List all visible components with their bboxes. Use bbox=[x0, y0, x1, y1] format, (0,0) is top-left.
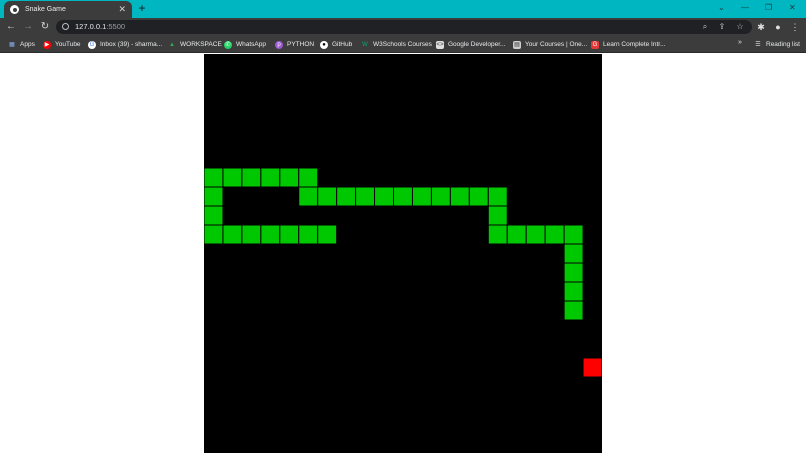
tab-search-icon[interactable]: ⌄ bbox=[718, 3, 725, 13]
url-text: 127.0.0.1:5500 bbox=[75, 22, 125, 32]
snake-segment bbox=[260, 167, 281, 188]
snake-segment bbox=[204, 167, 224, 188]
tab-title: Snake Game bbox=[25, 6, 66, 13]
game-board[interactable] bbox=[204, 54, 602, 453]
bookmarks-bar: ▦ Apps ▶ YouTube G Inbox (39) - sharma..… bbox=[0, 36, 806, 53]
snake-segment bbox=[449, 186, 470, 207]
extensions-icon[interactable]: ✱ bbox=[755, 21, 767, 33]
game-canvas bbox=[204, 167, 602, 378]
minimize-icon[interactable]: — bbox=[741, 3, 749, 13]
snake-segment bbox=[563, 281, 584, 302]
w3schools-icon: W bbox=[362, 41, 368, 48]
snake-segment bbox=[506, 224, 527, 245]
snake-segment bbox=[204, 186, 224, 207]
apps-grid-icon: ▦ bbox=[9, 41, 15, 48]
bookmark-w3schools[interactable]: W W3Schools Courses bbox=[361, 39, 432, 50]
reading-list-button[interactable]: ☰ Reading list bbox=[754, 39, 800, 50]
google-dev-icon: <> bbox=[436, 40, 444, 49]
snake-segment bbox=[393, 186, 413, 207]
python-icon: p bbox=[275, 40, 283, 49]
snake-segment bbox=[563, 262, 584, 283]
snake-segment bbox=[204, 224, 224, 245]
reload-icon[interactable]: ↻ bbox=[39, 21, 51, 33]
profile-icon[interactable]: ● bbox=[772, 21, 784, 33]
bookmark-apps[interactable]: ▦ Apps bbox=[8, 39, 35, 50]
bookmark-youtube[interactable]: ▶ YouTube bbox=[43, 39, 81, 50]
url-host: 127.0.0.1 bbox=[75, 22, 107, 31]
snake-segment bbox=[544, 224, 565, 245]
bookmark-inbox[interactable]: G Inbox (39) - sharma... bbox=[88, 39, 162, 50]
github-icon: ● bbox=[320, 40, 328, 49]
bookmark-python[interactable]: p PYTHON bbox=[275, 39, 314, 50]
snake-segment bbox=[222, 167, 243, 188]
window-close-icon[interactable]: ✕ bbox=[789, 3, 796, 13]
snake-segment bbox=[374, 186, 395, 207]
snake-segment bbox=[222, 224, 243, 245]
snake-segment bbox=[355, 186, 376, 207]
reading-list-icon: ☰ bbox=[755, 41, 761, 48]
snake-segment bbox=[563, 224, 584, 245]
globe-icon bbox=[10, 5, 19, 14]
snake-segment bbox=[241, 224, 262, 245]
snake-segment bbox=[279, 167, 300, 188]
snake-segment bbox=[563, 243, 584, 264]
snake-segment bbox=[279, 224, 300, 245]
snake-segment bbox=[298, 224, 319, 245]
back-icon[interactable]: ← bbox=[5, 21, 17, 33]
tab-close-icon[interactable]: ✕ bbox=[118, 5, 126, 14]
youtube-icon: ▶ bbox=[43, 40, 51, 49]
tab-snake-game[interactable]: Snake Game ✕ bbox=[4, 1, 132, 18]
bookmark-your-courses[interactable]: ▤ Your Courses | One... bbox=[513, 39, 587, 50]
new-tab-button[interactable]: + bbox=[136, 2, 148, 14]
forward-icon[interactable]: → bbox=[22, 21, 34, 33]
snake-segment bbox=[336, 186, 357, 207]
browser-toolbar: ← → ↻ 127.0.0.1:5500 ⌕ ⇪ ☆ ✱ ● ⋮ bbox=[0, 18, 806, 36]
bookmark-github[interactable]: ● GitHub bbox=[320, 39, 352, 50]
bookmark-google-developer[interactable]: <> Google Developer... bbox=[436, 39, 505, 50]
snake-segment bbox=[298, 167, 319, 188]
share-icon[interactable]: ⇪ bbox=[717, 22, 727, 32]
courses-icon: ▤ bbox=[513, 40, 521, 49]
bookmark-workspace[interactable]: ▲ WORKSPACE bbox=[168, 39, 222, 50]
restore-icon[interactable]: ❐ bbox=[765, 3, 772, 13]
snake-segment bbox=[525, 224, 546, 245]
more-bookmarks-icon[interactable]: » bbox=[738, 39, 742, 46]
snake-segment bbox=[468, 186, 489, 207]
learn-icon: G bbox=[591, 40, 599, 49]
bookmark-star-icon[interactable]: ☆ bbox=[735, 22, 745, 32]
snake-segment bbox=[487, 186, 508, 207]
snake-segment bbox=[317, 224, 338, 245]
google-icon: G bbox=[88, 40, 96, 49]
url-port: :5500 bbox=[106, 22, 126, 31]
address-bar[interactable]: 127.0.0.1:5500 ⌕ ⇪ ☆ bbox=[56, 20, 752, 34]
zoom-icon[interactable]: ⌕ bbox=[700, 22, 710, 32]
tab-strip: Snake Game ✕ + ⌄ — ❐ ✕ bbox=[0, 0, 806, 18]
snake-segment bbox=[430, 186, 451, 207]
snake-segment bbox=[317, 186, 338, 207]
bookmark-learn-complete[interactable]: G Learn Complete Intr... bbox=[591, 39, 666, 50]
menu-kebab-icon[interactable]: ⋮ bbox=[789, 21, 801, 33]
site-info-icon[interactable] bbox=[62, 23, 69, 30]
food-block bbox=[582, 357, 602, 378]
snake-segment bbox=[487, 205, 508, 226]
snake-segment bbox=[563, 300, 584, 321]
snake-segment bbox=[260, 224, 281, 245]
drive-icon: ▲ bbox=[169, 41, 175, 48]
snake-segment bbox=[204, 205, 224, 226]
bookmark-whatsapp[interactable]: ✆ WhatsApp bbox=[224, 39, 266, 50]
snake-segment bbox=[487, 224, 508, 245]
snake-segment bbox=[298, 186, 319, 207]
whatsapp-icon: ✆ bbox=[224, 40, 232, 49]
snake-segment bbox=[241, 167, 262, 188]
snake-segment bbox=[411, 186, 432, 207]
